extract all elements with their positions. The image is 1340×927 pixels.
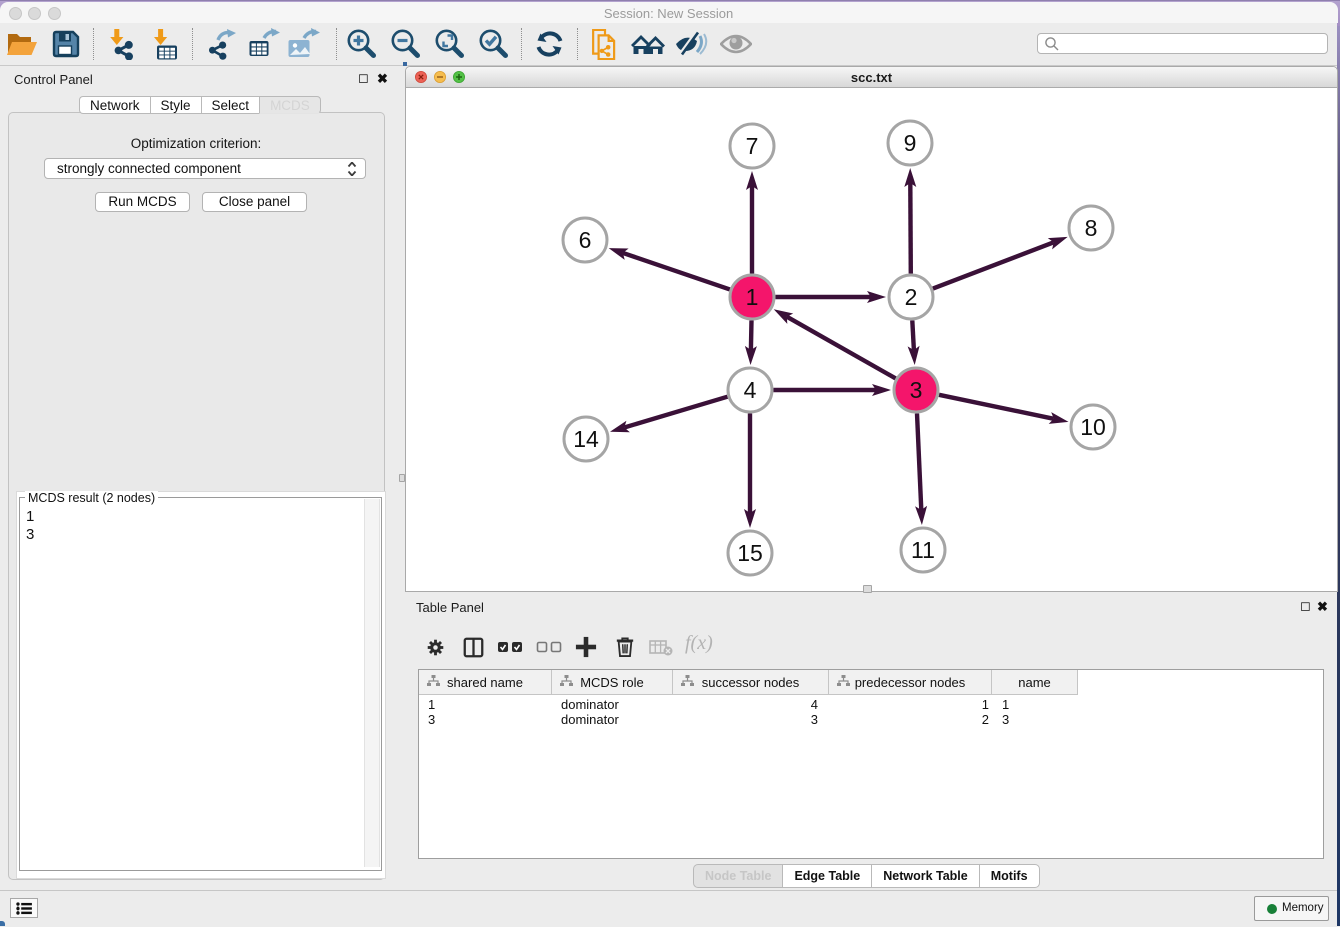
svg-text:7: 7 xyxy=(746,133,759,159)
svg-text:4: 4 xyxy=(744,377,757,403)
svg-text:2: 2 xyxy=(905,284,918,310)
svg-text:1: 1 xyxy=(746,284,759,310)
svg-text:9: 9 xyxy=(904,130,917,156)
svg-text:14: 14 xyxy=(573,426,599,452)
svg-text:3: 3 xyxy=(910,377,923,403)
svg-text:15: 15 xyxy=(737,540,763,566)
svg-text:6: 6 xyxy=(579,227,592,253)
svg-text:10: 10 xyxy=(1080,414,1106,440)
svg-text:8: 8 xyxy=(1085,215,1098,241)
svg-text:11: 11 xyxy=(911,537,935,563)
